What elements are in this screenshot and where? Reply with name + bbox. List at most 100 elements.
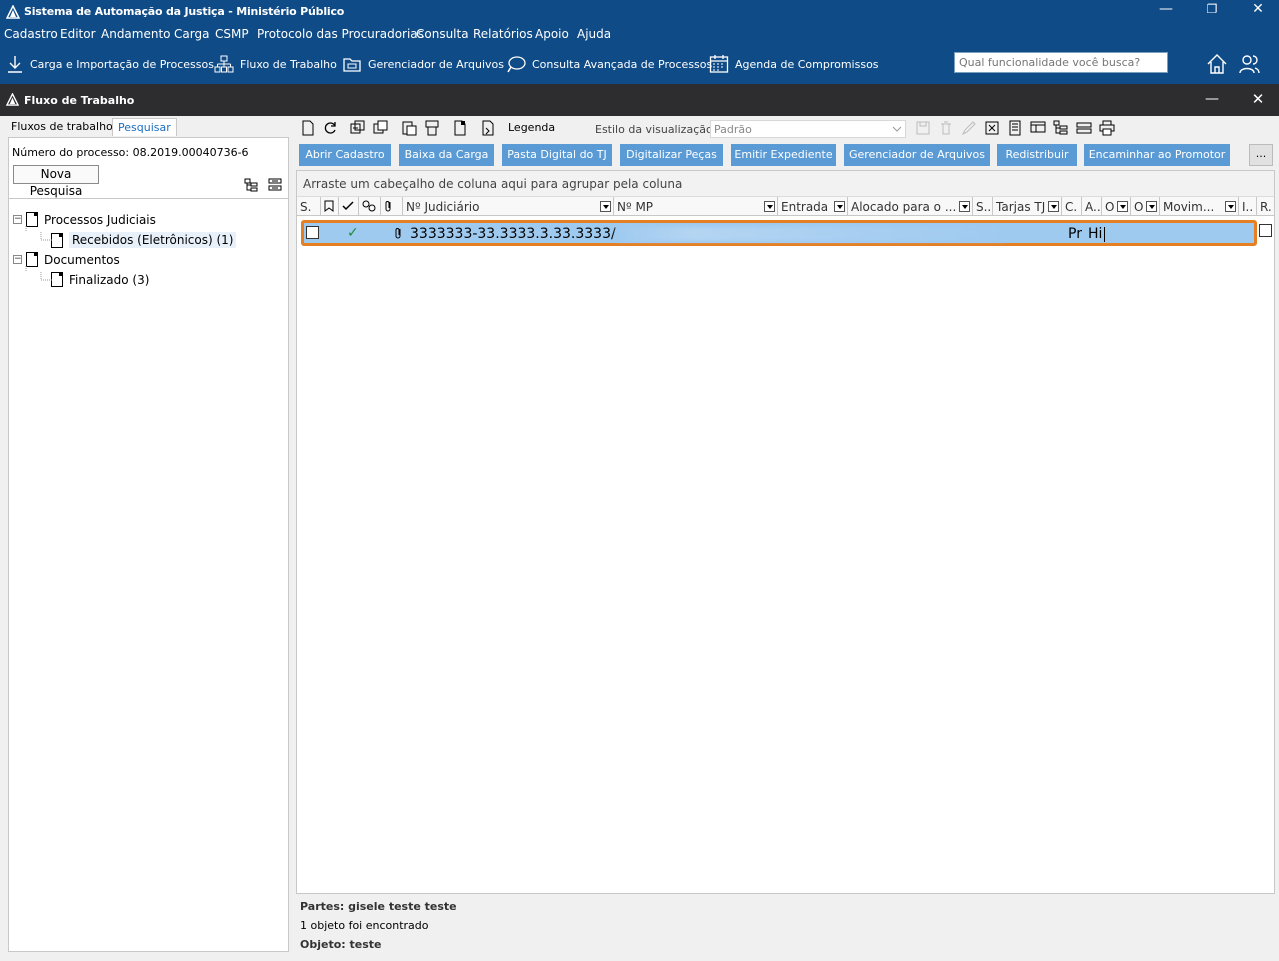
column-o1[interactable]: O xyxy=(1102,197,1131,216)
column-check[interactable] xyxy=(339,197,359,216)
pasta-digital-button[interactable]: Pasta Digital do TJ xyxy=(502,144,612,166)
column-filter-dropdown[interactable] xyxy=(600,201,611,212)
new-document-icon[interactable] xyxy=(300,120,316,136)
expand-all-icon[interactable] xyxy=(244,178,258,192)
column-filter-dropdown[interactable] xyxy=(764,201,775,212)
new-search-button[interactable]: Nova Pesquisa xyxy=(13,165,99,198)
quick-agenda-compromissos[interactable]: Agenda de Compromissos xyxy=(709,55,879,73)
users-icon[interactable] xyxy=(1237,52,1261,76)
emitir-expediente-button[interactable]: Emitir Expediente xyxy=(731,144,836,166)
view-style-value: Padrão xyxy=(714,123,752,136)
app-logo-icon xyxy=(6,5,20,19)
column-c[interactable]: C. xyxy=(1062,197,1082,216)
tree-node-label: Finalizado (3) xyxy=(69,272,150,287)
workflow-title-bar: Fluxo de Trabalho — ✕ xyxy=(0,84,1279,116)
encaminhar-promotor-button[interactable]: Encaminhar ao Promotor xyxy=(1084,144,1230,166)
group-expand-icon[interactable] xyxy=(1053,120,1069,136)
group-collapse-icon[interactable] xyxy=(1076,120,1092,136)
columns-icon[interactable] xyxy=(1030,120,1046,136)
gerenciador-arquivos-button[interactable]: Gerenciador de Arquivos xyxy=(844,144,990,166)
legend-label[interactable]: Legenda xyxy=(508,121,555,134)
menu-carga[interactable]: Carga xyxy=(174,27,209,41)
column-label: Alocado para o ... xyxy=(851,200,957,214)
column-s2[interactable]: S.. xyxy=(973,197,993,216)
process-grid: Arraste um cabeçalho de coluna aqui para… xyxy=(296,170,1275,894)
baixa-carga-button[interactable]: Baixa da Carga xyxy=(399,144,494,166)
digitalizar-pecas-button[interactable]: Digitalizar Peças xyxy=(620,144,723,166)
close-button[interactable]: ✕ xyxy=(1236,0,1279,22)
tree-node-finalizado[interactable]: Finalizado (3) xyxy=(51,272,149,287)
column-link[interactable] xyxy=(359,197,381,216)
redistribuir-button[interactable]: Redistribuir xyxy=(997,144,1077,166)
menu-apoio[interactable]: Apoio xyxy=(535,27,569,41)
menu-relatorios[interactable]: Relatórios xyxy=(473,27,533,41)
column-filter-dropdown[interactable] xyxy=(1048,201,1059,212)
column-tarjas-tj[interactable]: Tarjas TJ xyxy=(993,197,1062,216)
refresh-icon[interactable] xyxy=(322,120,338,136)
column-r[interactable]: R. xyxy=(1257,197,1274,216)
column-nr-judiciario[interactable]: Nº Judiciário xyxy=(403,197,614,216)
edit-icon xyxy=(961,121,976,136)
quick-carga-importacao[interactable]: Carga e Importação de Processos xyxy=(6,55,214,73)
export-document-icon[interactable] xyxy=(452,120,468,136)
column-alocado[interactable]: Alocado para o ... xyxy=(848,197,973,216)
excel-icon[interactable] xyxy=(984,120,1000,136)
process-number-label: Número do processo: 08.2019.00040736-6 xyxy=(12,146,249,159)
more-actions-button[interactable]: ... xyxy=(1249,144,1273,166)
column-filter-dropdown[interactable] xyxy=(1146,201,1157,212)
restore-button[interactable]: ❐ xyxy=(1190,0,1234,22)
legend-icon[interactable] xyxy=(480,120,496,136)
row-r-checkbox[interactable] xyxy=(1259,224,1272,237)
tree-node-recebidos[interactable]: Recebidos (Eletrônicos) (1) xyxy=(51,232,237,248)
view-style-select[interactable]: Padrão xyxy=(710,120,906,138)
quick-gerenciador-label: Gerenciador de Arquivos xyxy=(368,57,504,71)
row-select-checkbox[interactable] xyxy=(306,226,319,239)
menu-consulta[interactable]: Consulta xyxy=(416,27,469,41)
print-preview-icon[interactable] xyxy=(424,120,440,136)
column-label: Entrada xyxy=(781,200,829,214)
column-filter-dropdown[interactable] xyxy=(1225,201,1236,212)
tab-pesquisar[interactable]: Pesquisar xyxy=(112,118,177,136)
column-label: O xyxy=(1105,200,1115,214)
home-icon[interactable] xyxy=(1205,52,1229,76)
menu-ajuda[interactable]: Ajuda xyxy=(577,27,611,41)
column-attachment[interactable] xyxy=(381,197,403,216)
column-filter-dropdown[interactable] xyxy=(834,201,845,212)
workflow-close-button[interactable]: ✕ xyxy=(1236,90,1279,112)
print-icon[interactable] xyxy=(1099,120,1115,136)
windows-icon[interactable] xyxy=(373,120,389,136)
functionality-search-input[interactable] xyxy=(954,52,1168,73)
collapse-all-icon[interactable] xyxy=(268,178,282,192)
column-label: Movim... xyxy=(1163,200,1215,214)
paste-icon[interactable] xyxy=(401,120,417,136)
quick-consulta-avancada[interactable]: Consulta Avançada de Processos xyxy=(506,55,712,73)
tab-fluxos-trabalho[interactable]: Fluxos de trabalho xyxy=(6,118,118,136)
column-movimento[interactable]: Movim... xyxy=(1160,197,1239,216)
workflow-icon xyxy=(214,55,234,73)
text-cursor xyxy=(1104,227,1105,242)
column-entrada[interactable]: Entrada xyxy=(778,197,848,216)
menu-protocolo[interactable]: Protocolo das Procuradorias xyxy=(257,27,424,41)
menu-editor[interactable]: Editor xyxy=(60,27,96,41)
row-check-mark: ✓ xyxy=(347,225,359,241)
report-icon[interactable] xyxy=(1007,120,1023,136)
quick-gerenciador-arquivos[interactable]: Gerenciador de Arquivos xyxy=(342,55,504,73)
abrir-cadastro-button[interactable]: Abrir Cadastro xyxy=(299,144,391,166)
column-s[interactable]: S. xyxy=(297,197,321,216)
menu-csmp[interactable]: CSMP xyxy=(215,27,249,41)
column-nr-mp[interactable]: Nº MP xyxy=(614,197,778,216)
menu-andamento[interactable]: Andamento xyxy=(101,27,171,41)
search-panel: Número do processo: 08.2019.00040736-6 N… xyxy=(8,137,289,952)
menu-cadastro[interactable]: Cadastro xyxy=(4,27,58,41)
table-row[interactable]: ✓ 3333333-33.3333.3.33.3333/ Pr Hi xyxy=(301,220,1257,246)
column-bookmark[interactable] xyxy=(321,197,339,216)
quick-fluxo-trabalho[interactable]: Fluxo de Trabalho xyxy=(214,55,337,73)
column-filter-dropdown[interactable] xyxy=(1117,201,1128,212)
workflow-minimize-button[interactable]: — xyxy=(1190,90,1234,112)
minimize-button[interactable]: — xyxy=(1144,0,1188,22)
column-filter-dropdown[interactable] xyxy=(959,201,970,212)
copy-icon[interactable] xyxy=(350,120,366,136)
column-a[interactable]: A.. xyxy=(1082,197,1102,216)
column-i[interactable]: I.. xyxy=(1239,197,1257,216)
column-o2[interactable]: O xyxy=(1131,197,1160,216)
